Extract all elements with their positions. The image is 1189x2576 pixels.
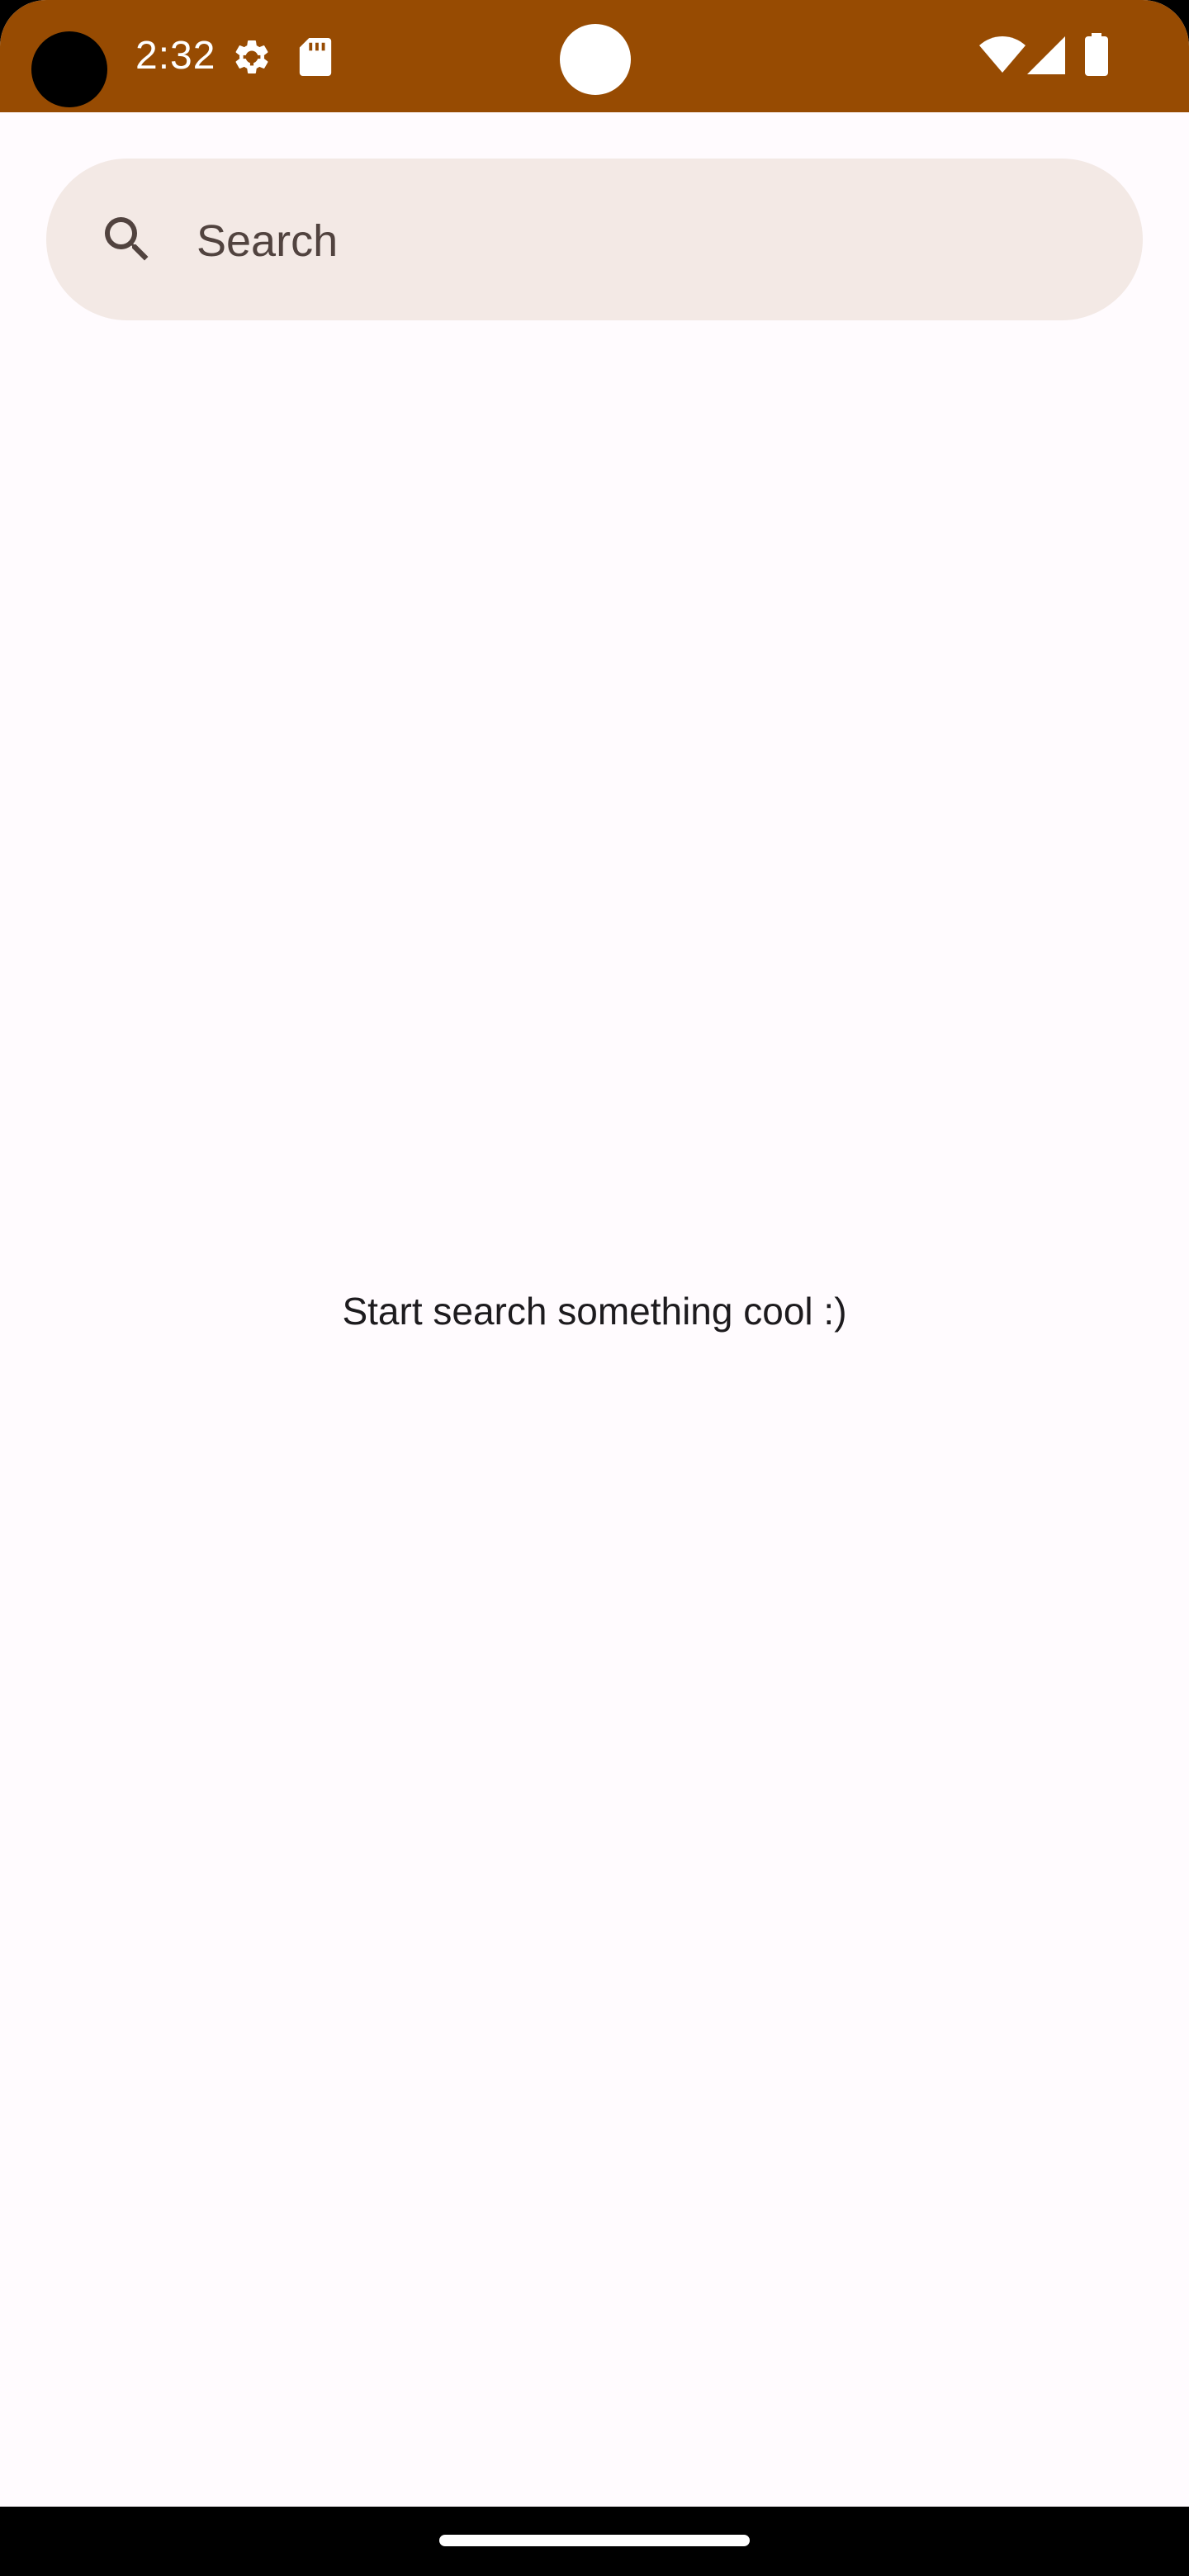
cellular-signal-icon <box>1027 36 1065 74</box>
settings-gear-icon <box>235 40 268 73</box>
search-icon[interactable] <box>97 210 157 269</box>
camera-cutout <box>31 31 107 107</box>
wifi-icon <box>979 36 1026 73</box>
search-input[interactable]: Search <box>197 213 338 269</box>
battery-icon <box>1085 33 1108 76</box>
status-bar: 2:32 <box>0 0 1189 112</box>
app-screen: 2:32 Search Start search something cool … <box>0 0 1189 2576</box>
empty-state-message: Start search something cool :) <box>342 1290 847 1333</box>
sd-card-icon <box>299 38 332 76</box>
notification-dot <box>560 24 631 95</box>
status-time: 2:32 <box>135 34 216 78</box>
home-gesture-handle[interactable] <box>439 2535 750 2546</box>
